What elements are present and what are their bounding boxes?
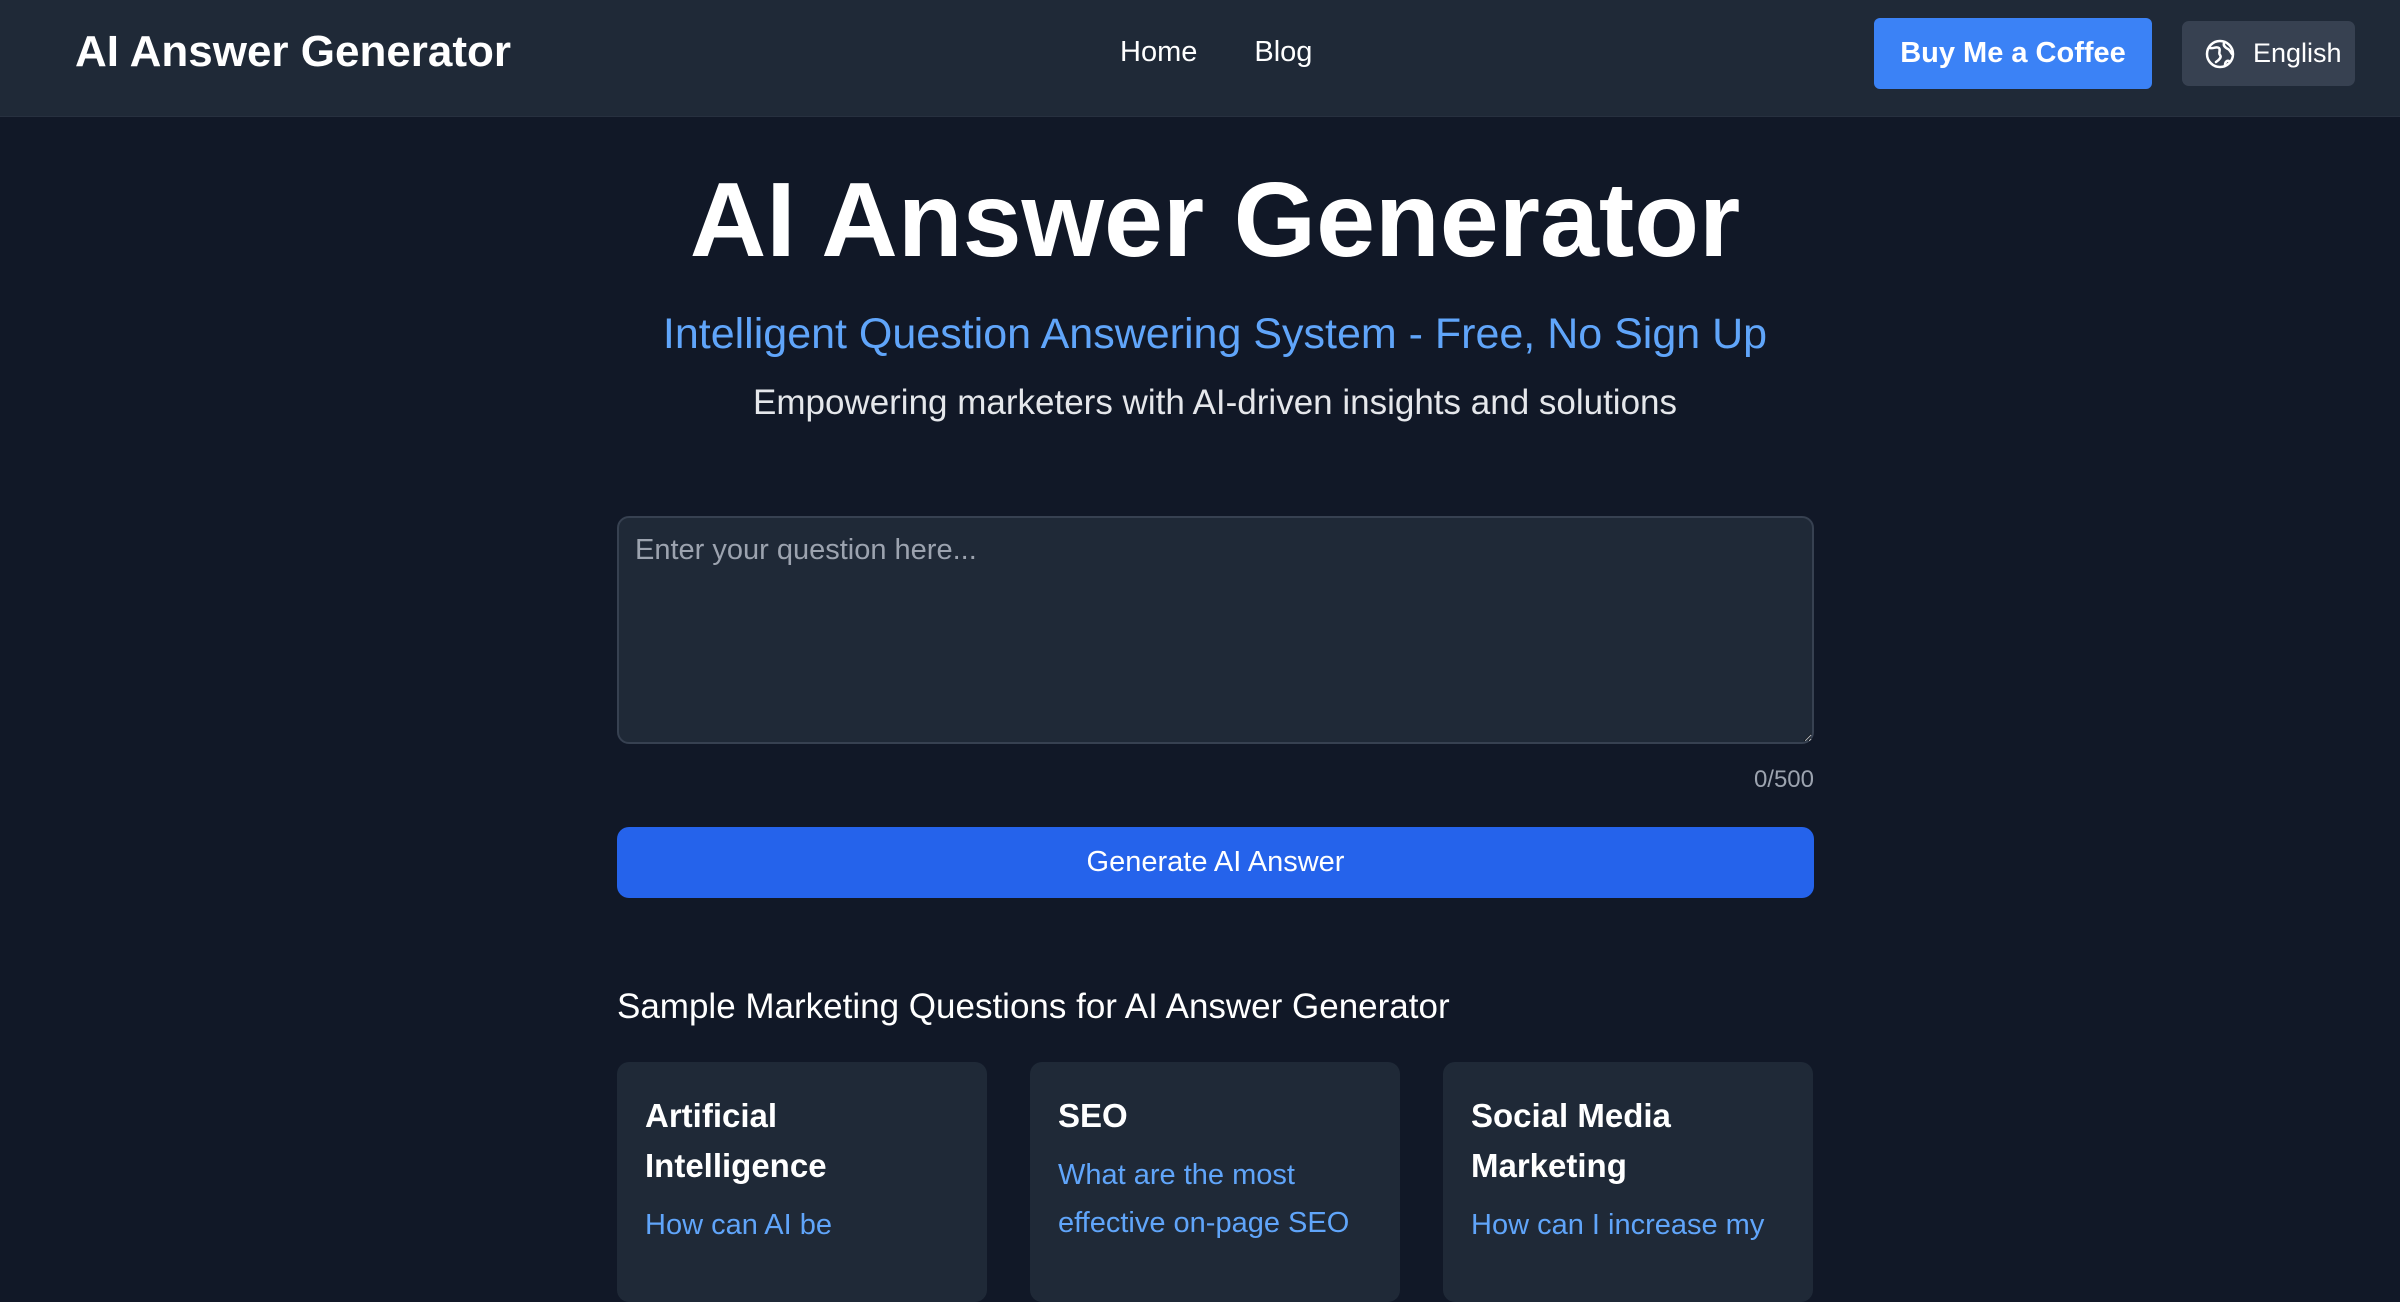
card-title: SEO xyxy=(1058,1097,1128,1134)
generate-answer-button[interactable]: Generate AI Answer xyxy=(617,827,1814,898)
sample-card-social-media-marketing[interactable]: Social Media Marketing How can I increas… xyxy=(1443,1062,1813,1302)
nav-home-link[interactable]: Home xyxy=(1120,36,1197,69)
card-question-link[interactable]: How can AI be xyxy=(645,1201,959,1249)
site-logo[interactable]: AI Answer Generator xyxy=(75,0,511,104)
page-tagline: Empowering marketers with AI-driven insi… xyxy=(752,383,1678,422)
question-input[interactable] xyxy=(617,516,1814,744)
globe-icon xyxy=(2204,38,2236,70)
card-title: Social Media Marketing xyxy=(1471,1097,1671,1184)
language-label: English xyxy=(2253,38,2342,68)
page-title: AI Answer Generator xyxy=(689,161,1741,279)
page-subtitle: Intelligent Question Answering System - … xyxy=(662,310,1768,358)
sample-card-seo[interactable]: SEO What are the most effective on-page … xyxy=(1030,1062,1400,1302)
buy-me-a-coffee-button[interactable]: Buy Me a Coffee xyxy=(1874,18,2152,89)
character-count: 0/500 xyxy=(1753,766,1814,793)
samples-heading: Sample Marketing Questions for AI Answer… xyxy=(617,987,1450,1026)
nav-blog-link[interactable]: Blog xyxy=(1254,36,1312,69)
language-selector-button[interactable]: English xyxy=(2182,21,2355,86)
sample-question-cards: Artificial Intelligence How can AI be SE… xyxy=(617,1062,1814,1302)
site-header: AI Answer Generator Home Blog Buy Me a C… xyxy=(0,0,2400,117)
card-question-link[interactable]: What are the most effective on-page SEO xyxy=(1058,1151,1372,1247)
main-nav: Home Blog xyxy=(1120,0,1312,104)
card-title: Artificial Intelligence xyxy=(645,1097,827,1184)
sample-card-artificial-intelligence[interactable]: Artificial Intelligence How can AI be xyxy=(617,1062,987,1302)
card-question-link[interactable]: How can I increase my xyxy=(1471,1201,1785,1249)
